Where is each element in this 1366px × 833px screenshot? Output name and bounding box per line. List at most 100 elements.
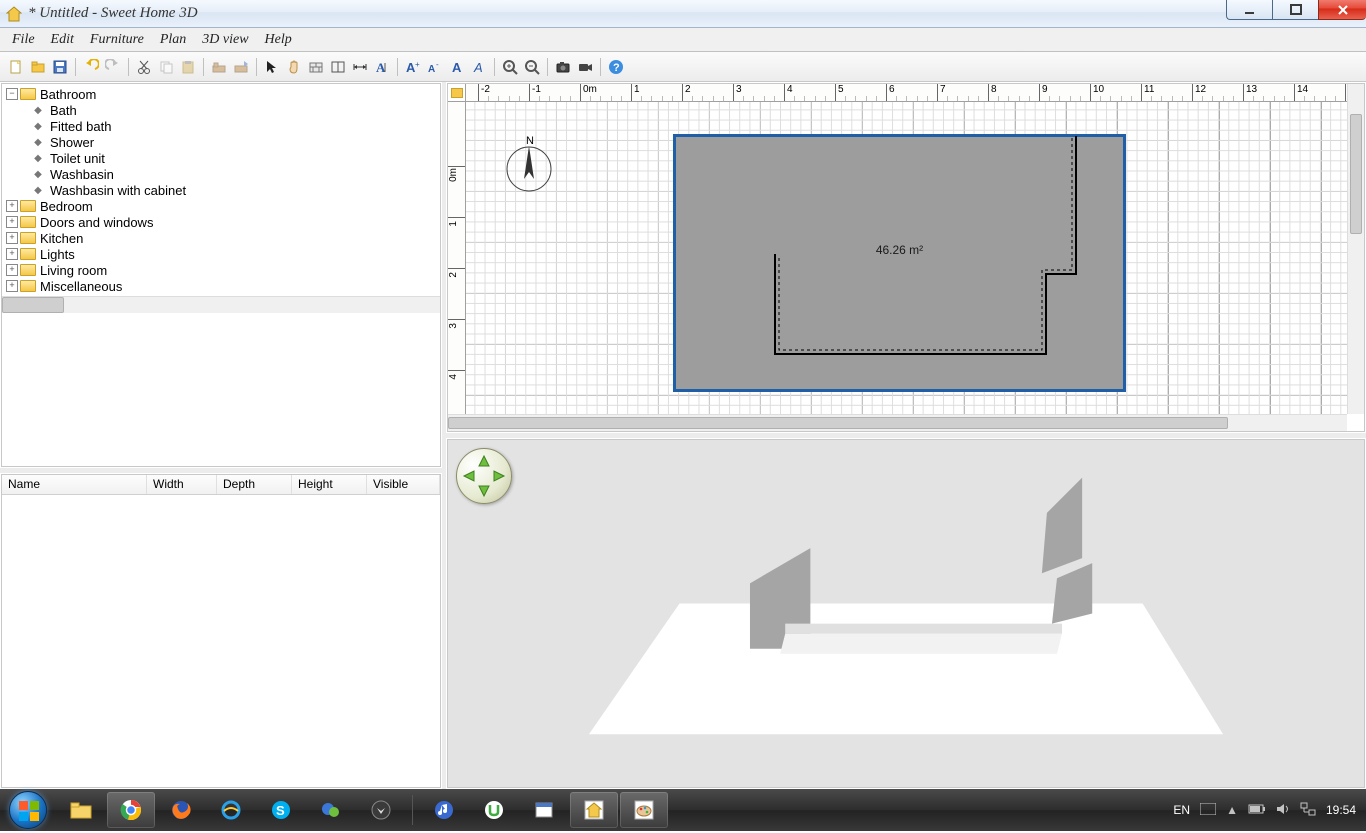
pan-tool-button[interactable] <box>284 57 304 77</box>
ruler-tick: 2 <box>682 84 691 101</box>
furniture-list[interactable]: Name Width Depth Height Visible <box>1 474 441 788</box>
language-indicator[interactable]: EN <box>1173 803 1190 817</box>
cut-button[interactable] <box>134 57 154 77</box>
collapse-icon[interactable]: − <box>6 88 18 100</box>
undo-button[interactable] <box>81 57 101 77</box>
create-dimensions-button[interactable] <box>350 57 370 77</box>
col-height[interactable]: Height <box>292 475 367 494</box>
add-furniture-button[interactable] <box>209 57 229 77</box>
item-label: Toilet unit <box>50 151 105 166</box>
volume-icon[interactable] <box>1276 802 1290 819</box>
menu-plan[interactable]: Plan <box>152 30 194 50</box>
close-button[interactable] <box>1318 0 1366 20</box>
catalog-item[interactable]: ◆Bath <box>4 102 438 118</box>
clock[interactable]: 19:54 <box>1326 803 1356 817</box>
col-width[interactable]: Width <box>147 475 217 494</box>
import-furniture-button[interactable] <box>231 57 251 77</box>
zoom-out-button[interactable] <box>522 57 542 77</box>
taskbar-skype[interactable]: S <box>257 792 305 828</box>
catalog-item[interactable]: ◆Toilet unit <box>4 150 438 166</box>
plan-v-scrollbar[interactable] <box>1347 84 1364 414</box>
create-walls-button[interactable] <box>306 57 326 77</box>
expand-icon[interactable]: + <box>6 264 18 276</box>
taskbar-ie[interactable] <box>207 792 255 828</box>
create-rooms-button[interactable] <box>328 57 348 77</box>
text-increase-button[interactable]: A+ <box>403 57 423 77</box>
open-file-button[interactable] <box>28 57 48 77</box>
taskbar-calendar[interactable] <box>520 792 568 828</box>
maximize-button[interactable] <box>1272 0 1318 20</box>
furniture-catalog[interactable]: −Bathroom◆Bath◆Fitted bath◆Shower◆Toilet… <box>1 83 441 467</box>
taskbar-firefox[interactable] <box>157 792 205 828</box>
taskbar-paint[interactable] <box>620 792 668 828</box>
redo-button[interactable] <box>103 57 123 77</box>
text-decrease-button[interactable]: A- <box>425 57 445 77</box>
right-horizontal-splitter[interactable] <box>446 433 1366 438</box>
catalog-category[interactable]: +Living room <box>4 262 438 278</box>
expand-icon[interactable]: + <box>6 280 18 292</box>
menu-file[interactable]: File <box>4 30 43 50</box>
tray-expand-icon[interactable]: ▲ <box>1226 803 1238 817</box>
catalog-item[interactable]: ◆Washbasin with cabinet <box>4 182 438 198</box>
catalog-category[interactable]: −Bathroom <box>4 86 438 102</box>
taskbar-downloads[interactable] <box>357 792 405 828</box>
save-file-button[interactable] <box>50 57 70 77</box>
plan-grid[interactable]: N 46.26 m² <box>466 102 1347 414</box>
ruler-corner[interactable] <box>448 84 466 102</box>
copy-button[interactable] <box>156 57 176 77</box>
col-depth[interactable]: Depth <box>217 475 292 494</box>
taskbar-music[interactable] <box>420 792 468 828</box>
text-bold-button[interactable]: A <box>447 57 467 77</box>
ruler-horizontal[interactable]: -2-10m123456789101112131415 <box>466 84 1347 102</box>
catalog-category[interactable]: +Doors and windows <box>4 214 438 230</box>
menu-3d-view[interactable]: 3D view <box>194 30 256 50</box>
start-button[interactable] <box>0 789 56 831</box>
catalog-item[interactable]: ◆Washbasin <box>4 166 438 182</box>
create-photo-button[interactable] <box>553 57 573 77</box>
plan-h-scrollbar[interactable] <box>448 414 1347 431</box>
new-file-button[interactable] <box>6 57 26 77</box>
menu-edit[interactable]: Edit <box>43 30 82 50</box>
expand-icon[interactable]: + <box>6 232 18 244</box>
zoom-in-button[interactable] <box>500 57 520 77</box>
taskbar-chrome[interactable] <box>107 792 155 828</box>
help-button[interactable]: ? <box>606 57 626 77</box>
minimize-button[interactable] <box>1226 0 1272 20</box>
menu-bar: File Edit Furniture Plan 3D view Help <box>0 28 1366 52</box>
folder-icon <box>20 200 36 212</box>
catalog-category[interactable]: +Lights <box>4 246 438 262</box>
taskbar-file-explorer[interactable] <box>57 792 105 828</box>
ruler-vertical[interactable]: 0m12345 <box>448 102 466 414</box>
taskbar-messenger[interactable] <box>307 792 355 828</box>
3d-view[interactable] <box>447 439 1365 788</box>
select-tool-button[interactable] <box>262 57 282 77</box>
catalog-category[interactable]: +Miscellaneous <box>4 278 438 294</box>
col-name[interactable]: Name <box>2 475 147 494</box>
3d-navigation-control[interactable] <box>456 448 512 504</box>
create-video-button[interactable] <box>575 57 595 77</box>
network-icon[interactable] <box>1300 802 1316 819</box>
battery-icon[interactable] <box>1248 803 1266 818</box>
menu-help[interactable]: Help <box>257 30 300 50</box>
paste-button[interactable] <box>178 57 198 77</box>
catalog-h-scrollbar[interactable] <box>2 296 440 313</box>
ruler-tick: 4 <box>448 370 465 383</box>
keyboard-icon[interactable] <box>1200 803 1216 818</box>
left-horizontal-splitter[interactable] <box>0 468 442 473</box>
create-text-button[interactable]: A <box>372 57 392 77</box>
menu-furniture[interactable]: Furniture <box>82 30 152 50</box>
text-italic-button[interactable]: A <box>469 57 489 77</box>
taskbar-utorrent[interactable] <box>470 792 518 828</box>
compass-icon[interactable]: N <box>504 134 554 194</box>
catalog-item[interactable]: ◆Shower <box>4 134 438 150</box>
expand-icon[interactable]: + <box>6 248 18 260</box>
catalog-category[interactable]: +Kitchen <box>4 230 438 246</box>
catalog-item[interactable]: ◆Fitted bath <box>4 118 438 134</box>
expand-icon[interactable]: + <box>6 200 18 212</box>
col-visible[interactable]: Visible <box>367 475 440 494</box>
plan-view[interactable]: -2-10m123456789101112131415 0m12345 N <box>447 83 1365 432</box>
expand-icon[interactable]: + <box>6 216 18 228</box>
catalog-category[interactable]: +Bedroom <box>4 198 438 214</box>
taskbar-sweethome3d[interactable] <box>570 792 618 828</box>
room-shape[interactable]: 46.26 m² <box>673 134 1126 392</box>
